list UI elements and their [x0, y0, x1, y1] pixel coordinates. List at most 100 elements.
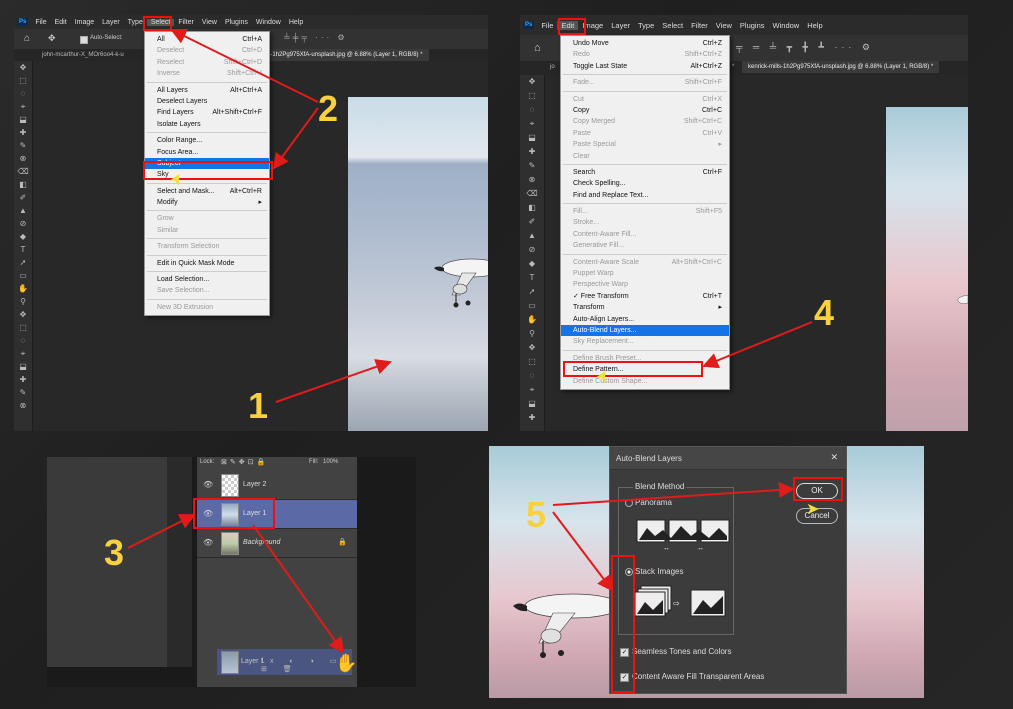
- tool-icon[interactable]: ⊘: [14, 217, 32, 230]
- tool-icon[interactable]: ✐: [520, 215, 544, 229]
- align-icons[interactable]: ╧╪╤ ··· ⚙: [284, 33, 348, 42]
- tool-icon[interactable]: ✚: [520, 145, 544, 159]
- tool-icon[interactable]: ▲: [14, 204, 32, 217]
- menu-item[interactable]: Search Ctrl+F: [561, 167, 729, 178]
- tool-icon[interactable]: ✋: [14, 282, 32, 295]
- tool-icon[interactable]: ➚: [520, 285, 544, 299]
- menu-item[interactable]: Select and Mask... Alt+Ctrl+R: [145, 186, 269, 197]
- menu-file[interactable]: File: [31, 19, 50, 26]
- tool-icon[interactable]: ⌖: [14, 347, 32, 360]
- tab-doc-3[interactable]: kenrick-mills-1h2Pg975XfA-unsplash.jpg @…: [742, 61, 940, 73]
- tool-icon[interactable]: ◌: [520, 369, 544, 383]
- menu-item[interactable]: Color Range...: [145, 135, 269, 146]
- tool-icon[interactable]: ✋: [520, 313, 544, 327]
- tool-icon[interactable]: ⌫: [14, 165, 32, 178]
- drag-layer-ghost[interactable]: Layer 1 fx ◐ ◑ ▭ ⊞ 🗑: [217, 649, 352, 675]
- tool-icon[interactable]: ◌: [14, 334, 32, 347]
- tool-icon[interactable]: T: [520, 271, 544, 285]
- tool-icon[interactable]: ⌫: [520, 187, 544, 201]
- tool-icon[interactable]: ⌖: [520, 383, 544, 397]
- menu-window[interactable]: Window: [769, 21, 804, 30]
- menu-layer[interactable]: Layer: [98, 19, 124, 26]
- tool-icon[interactable]: ✚: [520, 411, 544, 425]
- tool-icon[interactable]: ✎: [14, 139, 32, 152]
- tool-icon[interactable]: ⚲: [14, 295, 32, 308]
- tool-icon[interactable]: ⊗: [14, 399, 32, 412]
- menu-type[interactable]: Type: [634, 21, 658, 30]
- layer-row-layer-2[interactable]: 👁 Layer 2: [197, 471, 357, 500]
- tool-icon[interactable]: ⬚: [520, 355, 544, 369]
- menu-item[interactable]: Focus Area...: [145, 147, 269, 158]
- menu-item[interactable]: Auto-Align Layers...: [561, 314, 729, 325]
- menu-edit[interactable]: Edit: [51, 19, 71, 26]
- menu-layer[interactable]: Layer: [607, 21, 634, 30]
- tool-icon[interactable]: ◧: [520, 201, 544, 215]
- tool-icon[interactable]: ⌖: [14, 100, 32, 113]
- tool-icon[interactable]: ✚: [14, 373, 32, 386]
- tool-icon[interactable]: ⬚: [14, 321, 32, 334]
- menu-item[interactable]: Copy Ctrl+C: [561, 105, 729, 116]
- menu-item[interactable]: Find and Replace Text...: [561, 190, 729, 201]
- menu-filter[interactable]: Filter: [687, 21, 712, 30]
- menu-item[interactable]: All Layers Alt+Ctrl+A: [145, 85, 269, 96]
- tool-icon[interactable]: ⚲: [520, 327, 544, 341]
- tool-icon[interactable]: ⬓: [14, 360, 32, 373]
- tool-icon[interactable]: ⊗: [14, 152, 32, 165]
- tool-icon[interactable]: ✥: [520, 341, 544, 355]
- tool-icon[interactable]: ▭: [14, 269, 32, 282]
- tool-icon[interactable]: ➚: [14, 256, 32, 269]
- menu-plugins[interactable]: Plugins: [736, 21, 769, 30]
- menu-view[interactable]: View: [712, 21, 736, 30]
- menu-item[interactable]: Find Layers Alt+Shift+Ctrl+F: [145, 107, 269, 118]
- tool-icon[interactable]: ⬓: [14, 113, 32, 126]
- visibility-eye-icon[interactable]: 👁: [203, 538, 213, 547]
- tool-icon[interactable]: ⬚: [14, 74, 32, 87]
- tool-icon[interactable]: ◌: [14, 87, 32, 100]
- menu-item[interactable]: Undo Move Ctrl+Z: [561, 38, 729, 49]
- menu-item[interactable]: Toggle Last State Alt+Ctrl+Z: [561, 61, 729, 72]
- fill-value[interactable]: 100%: [323, 459, 338, 465]
- tool-icon[interactable]: ⬚: [520, 89, 544, 103]
- tool-icon[interactable]: ✐: [14, 191, 32, 204]
- tool-icon[interactable]: ◧: [14, 178, 32, 191]
- close-icon[interactable]: ✕: [830, 452, 838, 463]
- menu-item[interactable]: Load Selection...: [145, 274, 269, 285]
- menu-item[interactable]: All Ctrl+A: [145, 34, 269, 45]
- panorama-radio[interactable]: [625, 499, 633, 507]
- layer-row-background[interactable]: 👁 Background 🔒: [197, 529, 357, 558]
- menu-help[interactable]: Help: [285, 19, 307, 26]
- tool-icon[interactable]: ⌖: [520, 117, 544, 131]
- home-icon[interactable]: ⌂: [534, 42, 541, 54]
- align-icons[interactable]: ╤ ═ ╧ ┳ ╋ ┻ ··· ⚙: [736, 42, 874, 53]
- tool-icon[interactable]: ◌: [520, 103, 544, 117]
- tool-icon[interactable]: ⊘: [520, 243, 544, 257]
- menu-file[interactable]: File: [537, 21, 557, 30]
- lock-icons[interactable]: ⊠✎✥⊡🔒: [221, 458, 268, 466]
- tool-icon[interactable]: ▲: [520, 229, 544, 243]
- menu-item[interactable]: ✓ Free Transform Ctrl+T: [561, 291, 729, 302]
- menu-item[interactable]: Transform ▸: [561, 302, 729, 313]
- tool-icon[interactable]: T: [14, 243, 32, 256]
- move-tool-icon[interactable]: ✥: [48, 33, 56, 44]
- tool-icon[interactable]: ✎: [520, 159, 544, 173]
- menu-item[interactable]: Auto-Blend Layers...: [561, 324, 729, 337]
- menu-item[interactable]: Isolate Layers: [145, 119, 269, 130]
- menu-help[interactable]: Help: [803, 21, 826, 30]
- tool-icon[interactable]: ✥: [520, 75, 544, 89]
- tab-doc-1[interactable]: john-mcarthur-X_MOr6oo4-k-u: [14, 49, 130, 61]
- menu-image[interactable]: Image: [71, 19, 98, 26]
- menu-item[interactable]: Deselect Layers: [145, 96, 269, 107]
- menu-filter[interactable]: Filter: [174, 19, 198, 26]
- tool-icon[interactable]: ◆: [520, 257, 544, 271]
- menu-plugins[interactable]: Plugins: [221, 19, 252, 26]
- tool-icon[interactable]: ▭: [520, 299, 544, 313]
- tool-icon[interactable]: ⬓: [520, 397, 544, 411]
- menu-view[interactable]: View: [198, 19, 221, 26]
- menu-item[interactable]: Check Spelling...: [561, 178, 729, 189]
- tool-icon[interactable]: ◆: [14, 230, 32, 243]
- home-icon[interactable]: ⌂: [24, 33, 30, 44]
- tool-icon[interactable]: ✥: [14, 61, 32, 74]
- menu-item[interactable]: Edit in Quick Mask Mode: [145, 258, 269, 269]
- tool-icon[interactable]: ⬓: [520, 131, 544, 145]
- menu-window[interactable]: Window: [252, 19, 285, 26]
